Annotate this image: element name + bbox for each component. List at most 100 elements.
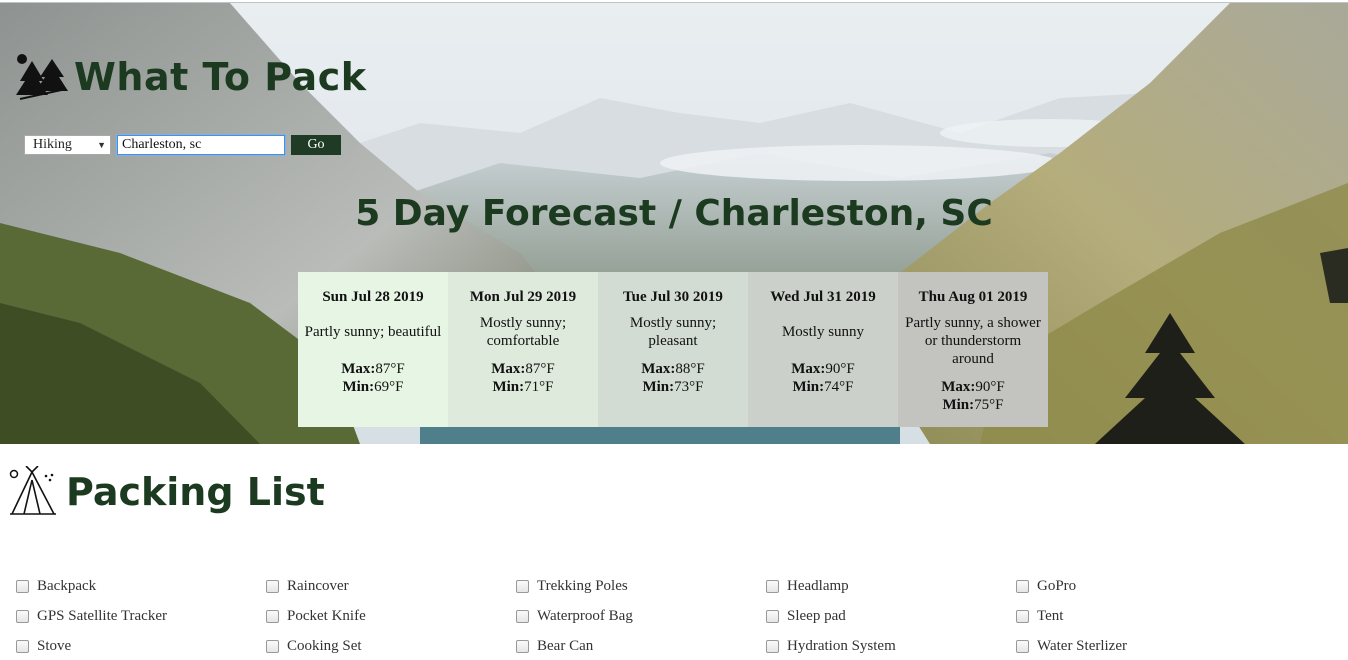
max-label: Max: (641, 361, 676, 377)
location-input[interactable]: Charleston, sc (117, 135, 285, 155)
packing-list-item[interactable]: Tent (1016, 607, 1063, 625)
item-checkbox[interactable] (266, 609, 279, 623)
max-temp: 90°F (825, 361, 855, 377)
item-label: Pocket Knife (287, 607, 366, 624)
forecast-condition: Partly sunny; beautiful (304, 324, 442, 340)
packing-list-item[interactable]: Pocket Knife (266, 607, 366, 625)
forecast-temps: Max:88°F Min:73°F (598, 360, 748, 396)
forecast-temps: Max:90°F Min:75°F (898, 378, 1048, 414)
item-checkbox[interactable] (1016, 609, 1029, 623)
activity-select[interactable]: Hiking ▼ (24, 135, 111, 155)
packing-list-item[interactable]: GoPro (1016, 577, 1076, 595)
forecast-date: Thu Aug 01 2019 (918, 289, 1028, 305)
item-label: Trekking Poles (537, 577, 628, 594)
forecast-day-card: Wed Jul 31 2019 Mostly sunny Max:90°F Min:7… (748, 272, 898, 427)
forecast-condition: Mostly sunny; pleasant (629, 315, 717, 349)
forecast-condition: Mostly sunny (781, 324, 865, 340)
min-label: Min: (792, 379, 825, 395)
item-label: Headlamp (787, 577, 849, 594)
max-temp: 87°F (375, 361, 405, 377)
min-temp: 75°F (974, 397, 1004, 413)
packing-list-item[interactable]: Stove (16, 637, 71, 655)
search-bar: Hiking ▼ Charleston, sc Go (24, 135, 341, 155)
forecast-temps: Max:90°F Min:74°F (748, 360, 898, 396)
forecast-title: 5 Day Forecast / Charleston, SC (355, 193, 993, 234)
item-checkbox[interactable] (16, 639, 29, 653)
item-label: GoPro (1037, 577, 1077, 594)
forecast-day-card: Sun Jul 28 2019 Partly sunny; beautiful Ma… (298, 272, 448, 427)
min-label: Min: (642, 379, 675, 395)
max-temp: 88°F (675, 361, 705, 377)
max-label: Max: (791, 361, 826, 377)
tent-icon (9, 466, 56, 515)
chevron-down-icon: ▼ (97, 140, 106, 150)
item-checkbox[interactable] (516, 579, 529, 593)
item-checkbox[interactable] (516, 609, 529, 623)
min-label: Min: (942, 397, 975, 413)
forecast-date: Mon Jul 29 2019 (469, 289, 577, 305)
max-temp: 87°F (525, 361, 555, 377)
packing-header: Packing List (8, 466, 325, 518)
item-label: Bear Can (537, 637, 594, 654)
min-label: Min: (342, 379, 375, 395)
item-checkbox[interactable] (16, 579, 29, 593)
max-label: Max: (341, 361, 376, 377)
forecast-day-card: Tue Jul 30 2019 Mostly sunny; pleasant Max… (598, 272, 748, 427)
item-checkbox[interactable] (266, 579, 279, 593)
min-temp: 69°F (374, 379, 404, 395)
packing-list-item[interactable]: Trekking Poles (516, 577, 628, 595)
activity-select-value: Hiking (33, 137, 72, 152)
item-label: Hydration System (787, 637, 896, 654)
item-label: Tent (1037, 607, 1064, 624)
item-checkbox[interactable] (266, 639, 279, 653)
min-temp: 73°F (674, 379, 704, 395)
item-label: Water Sterlizer (1037, 637, 1127, 654)
item-label: Sleep pad (787, 607, 846, 624)
min-label: Min: (492, 379, 525, 395)
item-checkbox[interactable] (16, 609, 29, 623)
item-checkbox[interactable] (516, 639, 529, 653)
item-label: Raincover (287, 577, 349, 594)
packing-list-item[interactable]: Water Sterlizer (1016, 637, 1127, 655)
min-temp: 71°F (524, 379, 554, 395)
hero-banner: What To Pack Hiking ▼ Charleston, sc Go … (0, 2, 1348, 444)
forecast-day-card: Thu Aug 01 2019 Partly sunny, a shower or… (898, 272, 1048, 427)
packing-list-item[interactable]: Headlamp (766, 577, 849, 595)
item-checkbox[interactable] (766, 639, 779, 653)
max-label: Max: (941, 379, 976, 395)
packing-title: Packing List (66, 470, 325, 514)
packing-list-item[interactable]: GPS Satellite Tracker (16, 607, 167, 625)
forecast-condition: Mostly sunny; comfortable (479, 315, 567, 349)
min-temp: 74°F (824, 379, 854, 395)
max-label: Max: (491, 361, 526, 377)
packing-list-item[interactable]: Waterproof Bag (516, 607, 633, 625)
item-label: Waterproof Bag (537, 607, 633, 624)
max-temp: 90°F (975, 379, 1005, 395)
app-title: What To Pack (74, 55, 367, 99)
brand: What To Pack (14, 47, 366, 107)
packing-list-item[interactable]: Sleep pad (766, 607, 846, 625)
packing-list-item[interactable]: Backpack (16, 577, 96, 595)
item-checkbox[interactable] (766, 609, 779, 623)
packing-list-item[interactable]: Hydration System (766, 637, 896, 655)
packing-list-item[interactable]: Raincover (266, 577, 349, 595)
item-label: Cooking Set (287, 637, 362, 654)
item-checkbox[interactable] (1016, 579, 1029, 593)
forecast-temps: Max:87°F Min:71°F (448, 360, 598, 396)
trees-icon (16, 54, 68, 100)
go-button[interactable]: Go (291, 135, 341, 155)
forecast-date: Wed Jul 31 2019 (770, 289, 876, 305)
forecast-date: Sun Jul 28 2019 (322, 289, 424, 305)
item-label: Backpack (37, 577, 97, 594)
packing-list-item[interactable]: Bear Can (516, 637, 593, 655)
forecast-temps: Max:87°F Min:69°F (298, 360, 448, 396)
forecast-condition: Partly sunny, a shower or thunderstorm a… (905, 315, 1041, 367)
packing-list-item[interactable]: Cooking Set (266, 637, 362, 655)
forecast-days: Sun Jul 28 2019 Partly sunny; beautiful Ma… (298, 272, 1048, 427)
item-label: GPS Satellite Tracker (37, 607, 167, 624)
item-checkbox[interactable] (766, 579, 779, 593)
forecast-day-card: Mon Jul 29 2019 Mostly sunny; comfortable… (448, 272, 598, 427)
item-label: Stove (37, 637, 72, 654)
forecast-date: Tue Jul 30 2019 (623, 289, 723, 305)
item-checkbox[interactable] (1016, 639, 1029, 653)
